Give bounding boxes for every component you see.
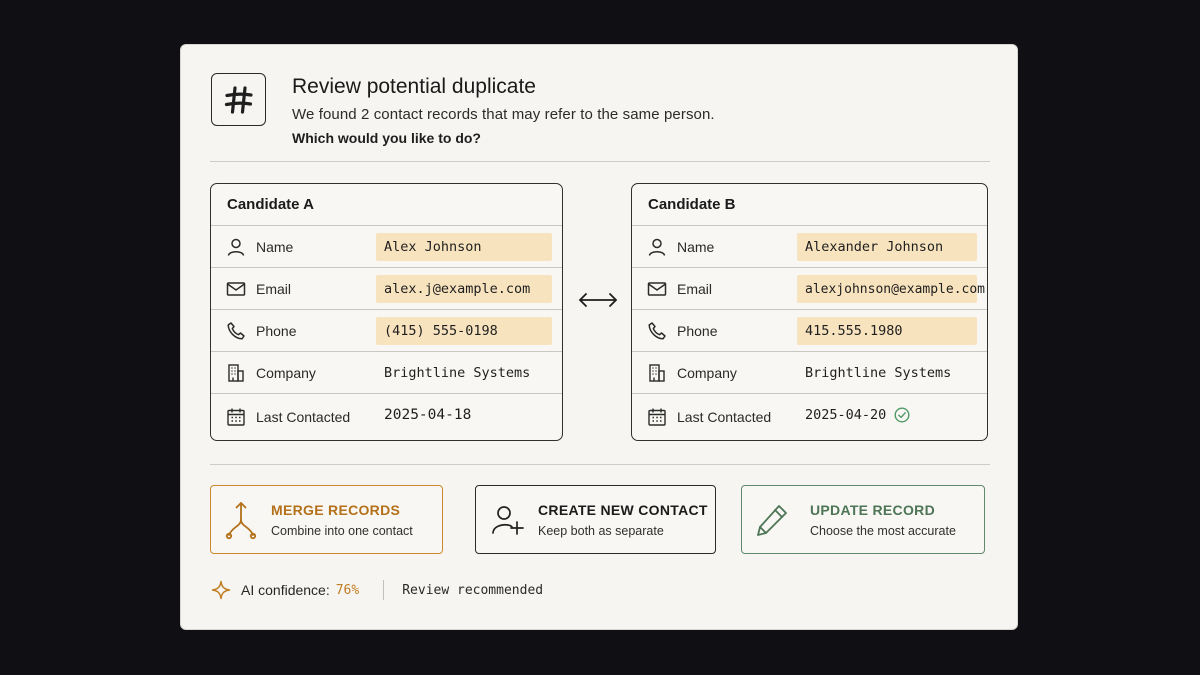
hash-icon	[211, 73, 266, 126]
building-icon	[647, 363, 667, 383]
phone-icon	[226, 321, 246, 341]
field-value-name: Alexander Johnson	[797, 233, 977, 261]
dialog-title: Review potential duplicate	[292, 75, 536, 98]
field-label: Email	[677, 280, 713, 297]
calendar-icon	[647, 407, 667, 427]
update-record-sublabel: Choose the most accurate	[810, 523, 956, 538]
field-value-last-contacted: 2025-04-20	[797, 401, 977, 429]
merge-records-button[interactable]: MERGE RECORDS Combine into one contact	[210, 485, 443, 554]
field-label: Phone	[256, 322, 297, 339]
field-row-last-contacted: Last Contacted 2025-04-20	[632, 394, 987, 439]
field-value-company: Brightline Systems	[805, 365, 952, 381]
merge-records-sublabel: Combine into one contact	[271, 523, 413, 538]
field-row-last-contacted: Last Contacted 2025-04-18	[211, 394, 562, 439]
candidate-title: Candidate A	[211, 184, 562, 226]
merge-icon	[219, 500, 263, 540]
mail-icon	[226, 279, 246, 299]
check-circle-icon	[894, 407, 910, 423]
dialog-subtitle: We found 2 contact records that may refe…	[292, 106, 715, 123]
field-label: Company	[677, 364, 737, 381]
field-value-name: Alex Johnson	[376, 233, 552, 261]
field-row-name: Name Alex Johnson	[211, 226, 562, 268]
field-label: Last Contacted	[677, 408, 772, 425]
field-value-phone: (415) 555-0198	[376, 317, 552, 345]
create-new-contact-label: CREATE NEW CONTACT	[538, 501, 708, 518]
footer-divider	[383, 580, 385, 600]
field-row-email: Email alexjohnson@example.com	[632, 268, 987, 310]
compare-arrows-icon	[577, 290, 619, 310]
duplicate-review-dialog: Review potential duplicate We found 2 co…	[180, 44, 1018, 630]
mail-icon	[647, 279, 667, 299]
recommendation-text: Review recommended	[402, 582, 544, 598]
create-new-contact-sublabel: Keep both as separate	[538, 523, 664, 538]
ai-confidence-bar: AI confidence: 76% Review recommended	[211, 579, 543, 601]
merge-records-label: MERGE RECORDS	[271, 501, 401, 518]
confidence-value: 76%	[335, 582, 360, 598]
field-row-company: Company Brightline Systems	[632, 352, 987, 394]
user-plus-icon	[486, 503, 530, 537]
field-value-email: alexjohnson@example.com	[797, 275, 985, 303]
field-label: Last Contacted	[256, 408, 351, 425]
field-label: Email	[256, 280, 292, 297]
field-value-email: alex.j@example.com	[376, 275, 552, 303]
phone-icon	[647, 321, 667, 341]
candidate-b-card[interactable]: Candidate B Name Alexander Johnson Email…	[631, 183, 988, 441]
field-label: Name	[256, 238, 294, 255]
actions-divider	[210, 464, 990, 465]
candidate-a-card[interactable]: Candidate A Name Alex Johnson Email alex…	[210, 183, 563, 441]
last-contacted-date: 2025-04-20	[805, 407, 887, 423]
field-row-email: Email alex.j@example.com	[211, 268, 562, 310]
field-value-phone: 415.555.1980	[797, 317, 977, 345]
update-record-button[interactable]: UPDATE RECORD Choose the most accurate	[741, 485, 985, 554]
sparkle-icon	[211, 580, 231, 600]
field-row-company: Company Brightline Systems	[211, 352, 562, 394]
user-icon	[226, 237, 246, 257]
field-row-name: Name Alexander Johnson	[632, 226, 987, 268]
building-icon	[226, 363, 246, 383]
field-label: Phone	[677, 322, 718, 339]
candidate-title: Candidate B	[632, 184, 987, 226]
confidence-label: AI confidence:	[241, 582, 330, 598]
user-icon	[647, 237, 667, 257]
create-new-contact-button[interactable]: CREATE NEW CONTACT Keep both as separate	[475, 485, 716, 554]
update-record-label: UPDATE RECORD	[810, 501, 935, 518]
header-divider	[210, 161, 990, 162]
field-row-phone: Phone (415) 555-0198	[211, 310, 562, 352]
field-label: Company	[256, 364, 316, 381]
field-row-phone: Phone 415.555.1980	[632, 310, 987, 352]
pencil-icon	[750, 503, 794, 537]
field-value-company: Brightline Systems	[384, 365, 531, 381]
field-label: Name	[677, 238, 715, 255]
field-value-last-contacted: 2025-04-18	[384, 407, 472, 423]
calendar-icon	[226, 407, 246, 427]
dialog-question: Which would you like to do?	[292, 130, 481, 146]
